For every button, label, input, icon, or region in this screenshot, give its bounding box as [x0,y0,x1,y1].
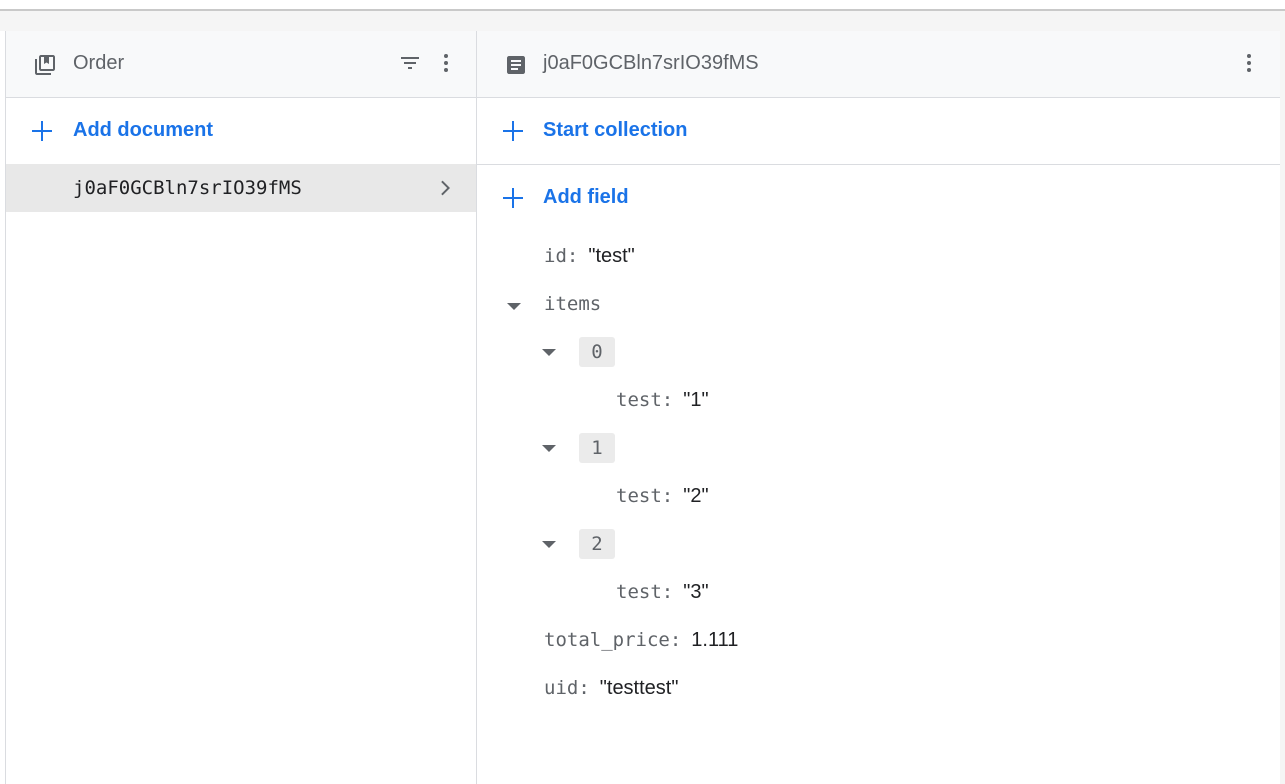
field-key: test [616,581,662,603]
more-vert-icon[interactable] [1237,51,1261,75]
start-collection-button[interactable]: Start collection [477,98,1280,165]
field-uid[interactable]: uid: "testtest" [544,673,678,703]
filter-icon[interactable] [398,51,422,75]
add-field-label: Add field [543,186,629,208]
plus-icon [503,188,523,208]
add-field-button[interactable]: Add field [477,165,1280,231]
start-collection-label: Start collection [543,119,688,141]
field-key: test [616,485,662,507]
plus-icon [503,121,523,141]
top-gap [0,11,1285,31]
collapse-triangle-icon[interactable] [542,349,556,356]
chevron-right-icon [441,180,450,196]
document-list-item[interactable]: j0aF0GCBln7srIO39fMS [6,164,477,212]
collection-panel: Order Add document j0aF0GCBln7srIO39fMS [5,31,477,784]
field-key: id [544,245,567,267]
field-items-1-test[interactable]: test: "2" [616,481,709,511]
document-title: j0aF0GCBln7srIO39fMS [543,52,759,74]
field-value: "test" [588,245,635,267]
top-bar [0,0,1285,11]
document-id: j0aF0GCBln7srIO39fMS [73,177,302,199]
field-total-price[interactable]: total_price: 1.111 [544,625,738,655]
field-items-2-test[interactable]: test: "3" [616,577,709,607]
field-id[interactable]: id: "test" [544,241,635,271]
document-icon [507,56,525,74]
plus-icon [32,121,52,141]
field-value: "1" [683,389,709,411]
collapse-triangle-icon[interactable] [542,445,556,452]
right-gutter [1280,31,1285,784]
collapse-triangle-icon[interactable] [542,541,556,548]
field-key: items [544,293,602,315]
add-document-button[interactable]: Add document [6,98,477,164]
array-index-badge: 0 [579,337,615,367]
collection-title: Order [73,52,125,74]
array-index-badge: 2 [579,529,615,559]
field-value: "3" [683,581,709,603]
field-items-0-test[interactable]: test: "1" [616,385,709,415]
more-vert-icon[interactable] [434,51,458,75]
add-document-label: Add document [73,119,213,141]
field-key: uid [544,677,579,699]
field-items[interactable]: items [544,289,601,319]
collapse-triangle-icon[interactable] [507,303,521,310]
field-key: total_price [544,629,670,651]
field-value: 1.111 [691,629,739,651]
field-value: "2" [683,485,709,507]
collection-header: Order [6,31,477,98]
field-value: "testtest" [599,677,679,699]
document-panel: j0aF0GCBln7srIO39fMS Start collection Ad… [476,31,1281,784]
collection-icon [35,55,55,75]
array-index-badge: 1 [579,433,615,463]
field-key: test [616,389,662,411]
document-header: j0aF0GCBln7srIO39fMS [477,31,1280,98]
